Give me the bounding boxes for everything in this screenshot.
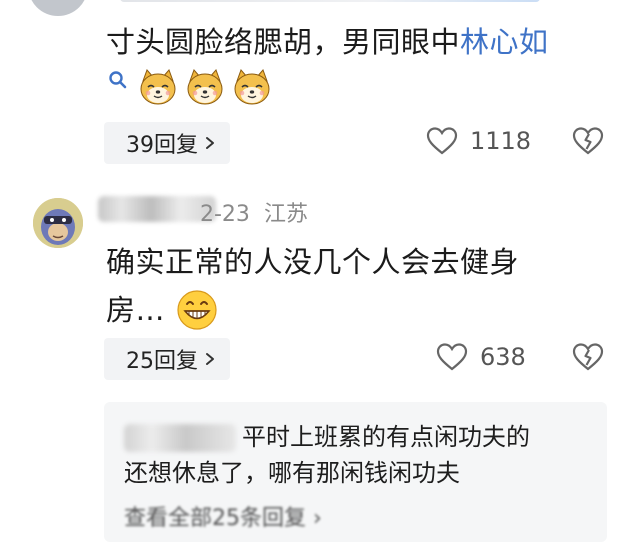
broken-heart-icon[interactable] — [572, 126, 604, 156]
avatar[interactable] — [33, 198, 83, 248]
chevron-right-icon — [206, 137, 214, 149]
previous-avatar-fragment — [28, 0, 88, 16]
comment-2-replies-button[interactable]: 25回复 — [104, 338, 230, 380]
shiba-emoji-icon — [140, 69, 176, 105]
comment-2-like-count: 638 — [480, 343, 526, 371]
comment-1-text: 寸头圆脸络腮胡，男同眼中林心如 — [106, 22, 549, 62]
previous-header-fragment — [120, 0, 540, 2]
comment-1-emoji-row — [138, 67, 272, 107]
comment-2-text-line1: 确实正常的人没几个人会去健身 — [106, 245, 520, 279]
shiba-emoji-icon — [187, 69, 223, 105]
sub-reply-username-blurred[interactable] — [124, 424, 236, 452]
comment-2-meta: 2-23 江苏 — [200, 196, 308, 228]
comment-1-replies-label: 39回复 — [126, 133, 198, 158]
comment-2-text: 确实正常的人没几个人会去健身 房… — [106, 242, 606, 332]
grin-emoji-icon — [177, 290, 217, 330]
heart-icon — [436, 343, 468, 371]
sub-reply-text-part1: 平时上班累的有点闲功夫的 — [242, 423, 530, 451]
comment-1-like-button[interactable]: 1118 — [426, 126, 531, 156]
comment-2-location: 江苏 — [263, 202, 308, 227]
view-all-replies-link[interactable]: 查看全部25条回复 › — [124, 500, 322, 532]
comment-2-date: 2-23 — [200, 202, 250, 227]
comment-1-replies-button[interactable]: 39回复 — [104, 122, 230, 164]
comment-2-text-line2: 房… — [106, 293, 166, 327]
comment-2-replies-label: 25回复 — [126, 349, 198, 374]
comment-1-text-main: 寸头圆脸络腮胡，男同眼中 — [106, 25, 461, 59]
sub-reply-text-part2: 还想休息了，哪有那闲钱闲功夫 — [124, 459, 460, 487]
broken-heart-icon[interactable] — [572, 342, 604, 372]
comment-1-like-count: 1118 — [470, 127, 532, 155]
search-icon[interactable] — [108, 70, 128, 90]
comment-1-mention-link[interactable]: 林心如 — [460, 25, 549, 59]
comment-2-like-button[interactable]: 638 — [436, 342, 526, 372]
username-blurred[interactable] — [98, 196, 216, 222]
shiba-emoji-icon — [234, 69, 270, 105]
heart-icon — [426, 127, 458, 155]
chevron-right-icon — [206, 353, 214, 365]
